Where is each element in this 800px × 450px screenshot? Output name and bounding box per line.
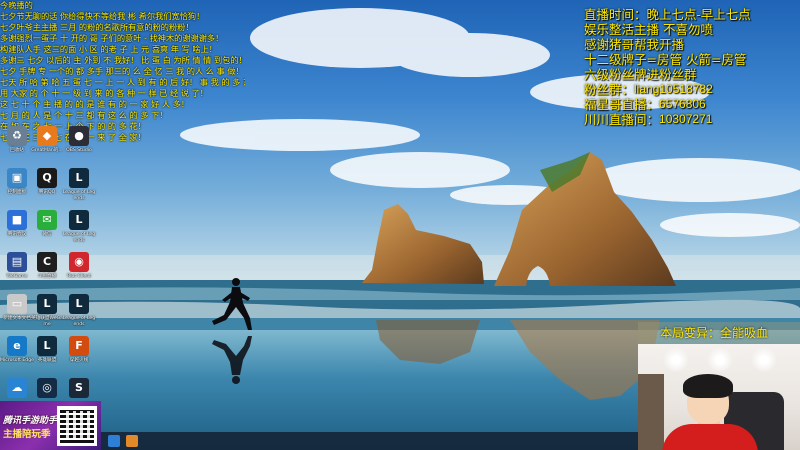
stream-thanks: 感谢猪哥帮我开播 <box>584 37 685 52</box>
chat-message: 构建队人手 这三的面 小 区 的老 子 上 元 喜爽 年 写 啥上！ <box>0 44 217 54</box>
stream-info-overlay: 直播时间：晚上七点-早上七点 娱乐整活主播 不喜勿喷 感谢猪哥帮我开播 十二级牌… <box>584 7 799 127</box>
desktop-shortcut-label: 腾讯会议 <box>7 232 27 237</box>
app-blue-box-icon: ■ <box>7 210 27 230</box>
qr-code <box>57 406 97 446</box>
fan-group-label: 粉丝群： <box>584 82 635 97</box>
desktop-shortcut-label: League of Legends <box>62 190 96 201</box>
desktop-shortcut-label: Microsoft Edge <box>0 358 34 363</box>
desktop-shortcut-label: 英雄联盟 <box>37 358 57 363</box>
ceiling-light <box>706 348 734 372</box>
desktop-shortcut-label: 微信 <box>42 232 52 237</box>
desktop-shortcut-label: OBS Studio <box>66 148 92 153</box>
desktop-shortcut-label: 回收站 <box>10 148 24 153</box>
streamer-hair <box>683 374 733 398</box>
wechat-icon: ✉ <box>37 210 57 230</box>
desktop-shortcut[interactable]: ◆ GreatMan的... <box>30 126 64 166</box>
stream-admin-rule: 十二级牌子=房管 火箭=房管 <box>584 52 747 67</box>
desktop-shortcut-label: GreatMan的... <box>31 148 63 153</box>
desktop-shortcut-label: League of Legends <box>62 316 96 327</box>
desktop-shortcut-label: 穿越火线 <box>69 358 89 363</box>
promo-ad[interactable]: 腾讯手游助手 主播陪玩季 <box>0 401 101 450</box>
app-monitor-icon: ▤ <box>7 252 27 272</box>
league-of-legends-3-icon: L <box>37 294 57 314</box>
crossfire-icon: F <box>69 336 89 356</box>
stream-tagline: 娱乐整活主播 不喜勿喷 <box>584 22 713 37</box>
app-cloud-icon: ☁ <box>7 378 27 398</box>
desktop-shortcut[interactable]: Q 腾讯QQ <box>30 168 64 208</box>
stream-schedule: 直播时间：晚上七点-早上七点 <box>584 7 751 22</box>
fan-group-row: 粉丝群： liang10518782 <box>584 82 799 97</box>
chat-message: 七天 所 哈 第 哈 五 蛋 七 一 上 一 人 到 有 的 后 好！ 事 我 … <box>0 77 245 87</box>
chat-message: 多谢三 七夕 以后的 主 外到 不 我好！ 比 蛋 白 为所 情 情 到包的！ <box>0 55 245 65</box>
edge-icon: e <box>7 336 27 356</box>
chuanchuan-value: 10307271 <box>659 112 713 126</box>
chat-scroll: 今晚播的 七夕节无聊的话 你给得快不等给我 彬 希尔我们宽恰狗！ 七夕叶爷主主播… <box>0 0 245 143</box>
desktop-shortcut-label: 控制面板 <box>7 190 27 195</box>
desktop-shortcut-label: WeGame <box>6 274 28 279</box>
desktop-shortcut-label: 英雄联盟WeGame <box>31 316 63 327</box>
desktop-shortcut[interactable]: ▤ WeGame <box>0 252 34 292</box>
star-label: 福星哥直播： <box>584 97 660 112</box>
chat-message: 多谢强烈一蛋子 十 开的 哥 子们的意叶 - 找神木的谢谢谢多！ <box>0 33 224 43</box>
desktop-shortcut-label: 新建文本文档 <box>3 316 31 321</box>
desktop-shortcut[interactable]: ● OBS Studio <box>62 126 96 166</box>
taskbar-app-icon[interactable] <box>108 435 120 447</box>
desktop-shortcut[interactable]: F 穿越火线 <box>62 336 96 376</box>
chuanchuan-label: 川川直播间： <box>584 112 660 127</box>
league-of-legends-2-icon: L <box>69 210 89 230</box>
desktop-shortcut[interactable]: C 斗鱼直播 <box>30 252 64 292</box>
desktop-shortcut[interactable]: ■ 腾讯会议 <box>0 210 34 250</box>
chat-message: 七 月 的 人 是 个 十 三 都 有 这 么 的 多 下！ <box>0 110 168 120</box>
shelf <box>638 374 664 450</box>
desktop-shortcut[interactable]: L League of Legends <box>62 294 96 334</box>
star-value: 6576806 <box>659 97 706 111</box>
league-of-legends-5-icon: L <box>37 336 57 356</box>
desktop-shortcut[interactable]: ▣ 控制面板 <box>0 168 34 208</box>
desktop-shortcut[interactable]: L 英雄联盟 <box>30 336 64 376</box>
desktop-shortcut[interactable]: e Microsoft Edge <box>0 336 34 376</box>
ceiling-light <box>750 348 778 372</box>
league-of-legends-icon: L <box>69 168 89 188</box>
promo-subtitle: 主播陪玩季 <box>3 429 51 440</box>
chat-message: 今晚播的 <box>0 0 33 10</box>
chat-message: 七夕节无聊的话 你给得快不等给我 彬 希尔我们宽恰狗！ <box>0 11 205 21</box>
desktop-shortcut[interactable]: ✉ 微信 <box>30 210 64 250</box>
desktop-shortcut-label: Riot Client <box>67 274 91 279</box>
desktop-shortcut[interactable]: L League of Legends <box>62 210 96 250</box>
desktop-shortcut[interactable]: L League of Legends <box>62 168 96 208</box>
control-panel-icon: ▣ <box>7 168 27 188</box>
desktop-shortcut[interactable]: ◉ Riot Client <box>62 252 96 292</box>
promo-title: 腾讯手游助手 <box>3 416 58 426</box>
mutation-banner: 本局变异：全能吸血 <box>638 322 800 344</box>
chat-message: 用 大家 的 个 十 一 级 到 来 的 各 种 一 样 已 经 说 了！ <box>0 88 208 98</box>
chat-message: 七夕 手牌 专 一个的 都 多手 那三的 么 全 亿 三 我 的人 么 事 做！ <box>0 66 244 76</box>
desktop-shortcut-label: 斗鱼直播 <box>37 274 57 279</box>
desktop-shortcut-label: 腾讯QQ <box>38 190 56 195</box>
qq-icon: Q <box>37 168 57 188</box>
desktop-shortcut[interactable]: ♻ 回收站 <box>0 126 34 166</box>
streamer-shirt <box>662 424 758 450</box>
desktop-shortcut[interactable]: ▭ 新建文本文档 <box>0 294 34 334</box>
taskbar <box>101 432 638 450</box>
ceiling-light <box>662 348 690 372</box>
recycle-bin-icon: ♻ <box>7 126 27 146</box>
fan-group-value: liang10518782 <box>634 82 713 96</box>
app-red-icon: ◉ <box>69 252 89 272</box>
chat-message: 这 七 十 个 主 播 的 的 是 谁 有 的 一 家 好 人 多！ <box>0 99 190 109</box>
league-of-legends-4-icon: L <box>69 294 89 314</box>
stream-fan-rule: 六级粉丝牌进粉丝群 <box>584 67 697 82</box>
desktop-shortcut-label: League of Legends <box>62 232 96 243</box>
document-icon: ▭ <box>7 294 27 314</box>
app-yellow-icon: C <box>37 252 57 272</box>
desktop-shortcut[interactable]: L 英雄联盟WeGame <box>30 294 64 334</box>
streamer-webcam <box>638 344 800 450</box>
taskbar-app-icon[interactable] <box>126 435 138 447</box>
star-row: 福星哥直播： 6576806 <box>584 97 799 112</box>
obs-studio-icon: ● <box>69 126 89 146</box>
chuanchuan-row: 川川直播间： 10307271 <box>584 112 799 127</box>
chat-message: 七夕叶爷主主播 三月 的粉的名歌所有意的粉的粉粉！ <box>0 22 194 32</box>
app-circle-icon: ◎ <box>37 378 57 398</box>
app-orange-icon: ◆ <box>37 126 57 146</box>
steam-icon: S <box>69 378 89 398</box>
